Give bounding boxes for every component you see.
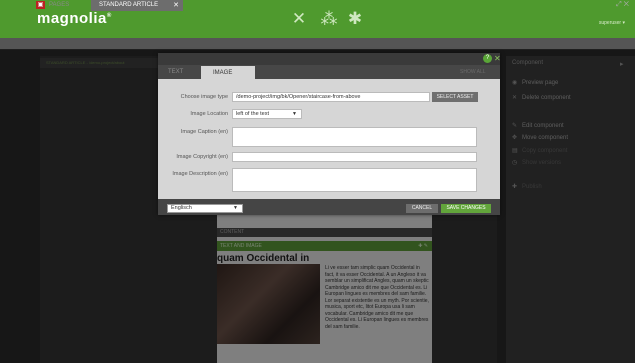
cancel-button[interactable]: CANCEL	[406, 204, 438, 213]
select-asset-button[interactable]: SELECT ASSET	[432, 92, 478, 102]
tab-image[interactable]: IMAGE	[201, 66, 255, 79]
image-location-label: Image Location	[190, 111, 228, 117]
language-value: Englisch	[171, 205, 192, 211]
chevron-down-icon: ▼	[233, 205, 238, 211]
close-icon[interactable]: ✕	[494, 54, 501, 63]
tab-image-label: IMAGE	[213, 70, 233, 76]
image-location-select[interactable]: left of the text ▼	[232, 109, 302, 119]
dialog-header	[158, 53, 500, 65]
close-icon[interactable]: ✕	[173, 1, 179, 9]
show-all-tab[interactable]: SHOW ALL	[460, 69, 486, 75]
image-description-label: Image Description (en)	[172, 171, 228, 177]
magnolia-logo[interactable]: magnolia®	[37, 10, 112, 27]
image-copyright-field[interactable]	[232, 152, 477, 162]
image-type-field[interactable]: /demo-project/img/bk/Opener/staircase-fr…	[232, 92, 430, 102]
chevron-down-icon: ▼	[292, 111, 297, 117]
tab-text[interactable]: TEXT	[168, 69, 183, 75]
image-type-label: Choose image type	[180, 94, 228, 100]
user-menu[interactable]: superuser ▾	[599, 20, 625, 26]
tab-label: STANDARD ARTICLE	[99, 2, 159, 8]
tab-standard-article[interactable]: STANDARD ARTICLE ✕	[91, 0, 183, 11]
asterisk-icon[interactable]: ✱	[346, 10, 364, 28]
pages-app-icon[interactable]: ▣	[36, 1, 45, 9]
tab-pages[interactable]: PAGES	[49, 2, 69, 8]
window-controls[interactable]: ⤢ ✕	[616, 1, 629, 9]
dots-icon[interactable]: ⁂	[320, 10, 338, 28]
image-copyright-label: Image Copyright (en)	[176, 154, 228, 160]
shuffle-icon[interactable]: ✕	[290, 10, 308, 28]
language-select[interactable]: Englisch ▼	[167, 204, 243, 213]
help-icon[interactable]: ?	[483, 54, 492, 63]
image-description-field[interactable]	[232, 168, 477, 192]
image-location-value: left of the text	[236, 111, 270, 117]
save-changes-button[interactable]: SAVE CHANGES	[441, 204, 491, 213]
image-caption-field[interactable]	[232, 127, 477, 147]
image-caption-label: Image Caption (en)	[180, 129, 228, 135]
